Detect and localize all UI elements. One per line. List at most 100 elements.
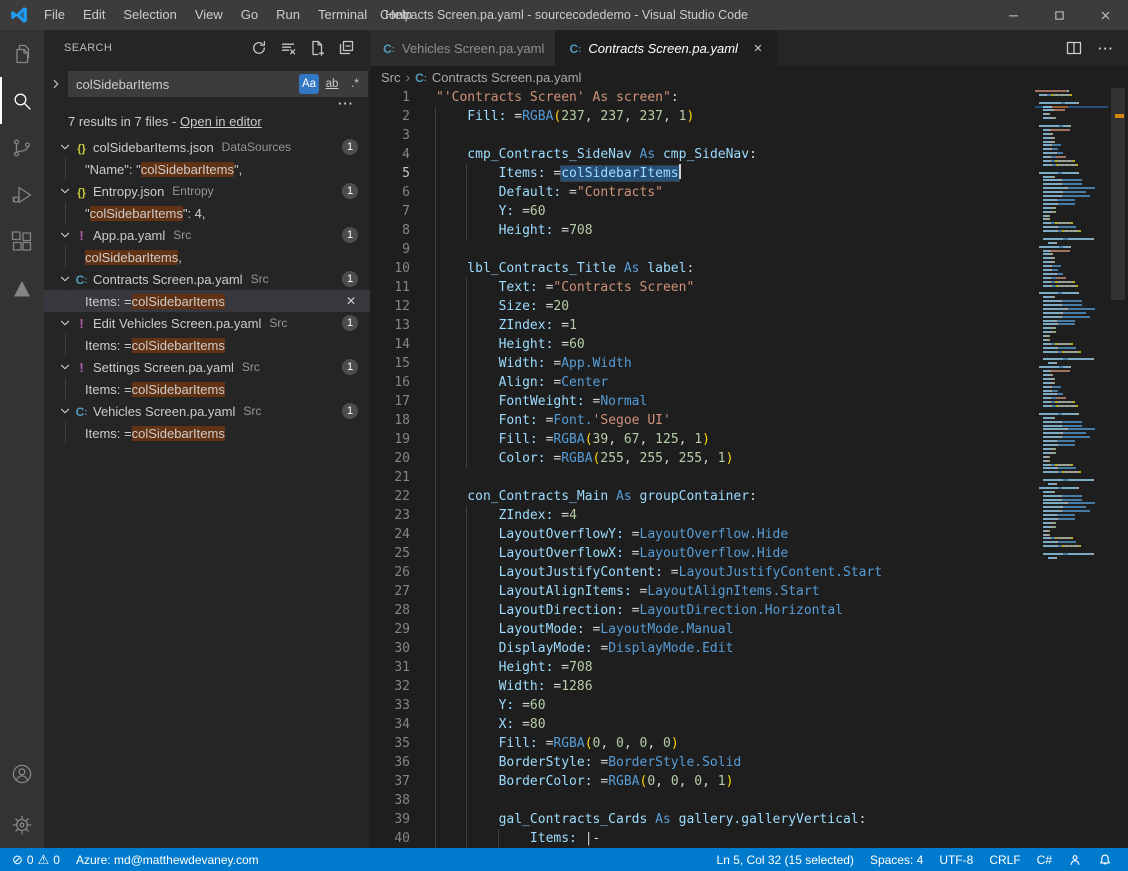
- status-indentation[interactable]: Spaces: 4: [862, 848, 931, 871]
- chevron-down-icon[interactable]: [57, 316, 73, 330]
- code-line[interactable]: 8Height: =708: [370, 221, 1128, 240]
- line-number[interactable]: 24: [370, 525, 410, 544]
- chevron-down-icon[interactable]: [57, 184, 73, 198]
- status-azure-account[interactable]: Azure: md@matthewdevaney.com: [68, 848, 267, 871]
- breadcrumb-folder[interactable]: Src: [381, 70, 401, 85]
- code-line[interactable]: 39gal_Contracts_Cards As gallery.gallery…: [370, 810, 1128, 829]
- line-number[interactable]: 32: [370, 677, 410, 696]
- minimize-button[interactable]: [990, 0, 1036, 30]
- line-number[interactable]: 8: [370, 221, 410, 240]
- code-line[interactable]: 12Size: =20: [370, 297, 1128, 316]
- code-line[interactable]: 5Items: =colSidebarItems: [370, 164, 1128, 183]
- code-line[interactable]: 28LayoutDirection: =LayoutDirection.Hori…: [370, 601, 1128, 620]
- toggle-search-details[interactable]: ···: [338, 96, 354, 111]
- line-number[interactable]: 4: [370, 145, 410, 164]
- code-line[interactable]: 13ZIndex: =1: [370, 316, 1128, 335]
- menu-item-selection[interactable]: Selection: [114, 0, 185, 30]
- line-number[interactable]: 3: [370, 126, 410, 145]
- use-regex-option[interactable]: .*: [345, 74, 365, 94]
- toggle-replace-chevron-icon[interactable]: [47, 71, 65, 97]
- line-number[interactable]: 5: [370, 164, 410, 183]
- match-whole-word-option[interactable]: ab: [322, 74, 342, 94]
- line-number[interactable]: 11: [370, 278, 410, 297]
- open-in-editor-link[interactable]: Open in editor: [180, 114, 262, 129]
- search-match-row[interactable]: Items: =colSidebarItems: [44, 378, 370, 400]
- activity-explorer-explorer-icon[interactable]: [0, 30, 44, 77]
- line-number[interactable]: 17: [370, 392, 410, 411]
- search-result-file-row[interactable]: !App.pa.yamlSrc1: [44, 224, 370, 246]
- code-line[interactable]: 2Fill: =RGBA(237, 237, 237, 1): [370, 107, 1128, 126]
- code-line[interactable]: 23ZIndex: =4: [370, 506, 1128, 525]
- breadcrumb-file[interactable]: Contracts Screen.pa.yaml: [432, 70, 582, 85]
- code-line[interactable]: 10lbl_Contracts_Title As label:: [370, 259, 1128, 278]
- code-line[interactable]: 17FontWeight: =Normal: [370, 392, 1128, 411]
- code-line[interactable]: 3: [370, 126, 1128, 145]
- code-line[interactable]: 30DisplayMode: =DisplayMode.Edit: [370, 639, 1128, 658]
- status-cursor-position[interactable]: Ln 5, Col 32 (15 selected): [709, 848, 862, 871]
- line-number[interactable]: 10: [370, 259, 410, 278]
- status-language-mode[interactable]: C#: [1029, 848, 1060, 871]
- code-line[interactable]: 27LayoutAlignItems: =LayoutAlignItems.St…: [370, 582, 1128, 601]
- menu-item-file[interactable]: File: [35, 0, 74, 30]
- code-line[interactable]: 14Height: =60: [370, 335, 1128, 354]
- code-line[interactable]: 32Width: =1286: [370, 677, 1128, 696]
- tab-contracts-screen-pa-yaml[interactable]: C:Contracts Screen.pa.yaml✕: [556, 30, 777, 66]
- collapse-all-collapse-all-icon[interactable]: [336, 38, 356, 58]
- close-tab-icon[interactable]: ✕: [750, 42, 766, 55]
- code-editor[interactable]: 1"'Contracts Screen' As screen":2Fill: =…: [370, 88, 1128, 848]
- split-editor-icon[interactable]: [1066, 40, 1082, 56]
- line-number[interactable]: 38: [370, 791, 410, 810]
- line-number[interactable]: 37: [370, 772, 410, 791]
- menu-item-view[interactable]: View: [186, 0, 232, 30]
- menu-item-go[interactable]: Go: [232, 0, 267, 30]
- close-button[interactable]: [1082, 0, 1128, 30]
- search-match-row[interactable]: colSidebarItems,: [44, 246, 370, 268]
- code-line[interactable]: 15Width: =App.Width: [370, 354, 1128, 373]
- tab-vehicles-screen-pa-yaml[interactable]: C:Vehicles Screen.pa.yaml: [370, 30, 556, 66]
- code-line[interactable]: 36BorderStyle: =BorderStyle.Solid: [370, 753, 1128, 772]
- line-number[interactable]: 40: [370, 829, 410, 848]
- search-match-row[interactable]: "colSidebarItems": 4,: [44, 202, 370, 224]
- status-notifications[interactable]: [1090, 848, 1120, 871]
- code-line[interactable]: 40Items: |-: [370, 829, 1128, 848]
- code-line[interactable]: 29LayoutMode: =LayoutMode.Manual: [370, 620, 1128, 639]
- search-result-file-row[interactable]: C:Contracts Screen.pa.yamlSrc1: [44, 268, 370, 290]
- line-number[interactable]: 16: [370, 373, 410, 392]
- code-line[interactable]: 21: [370, 468, 1128, 487]
- code-line[interactable]: 35Fill: =RGBA(0, 0, 0, 0): [370, 734, 1128, 753]
- code-line[interactable]: 34X: =80: [370, 715, 1128, 734]
- code-line[interactable]: 33Y: =60: [370, 696, 1128, 715]
- code-line[interactable]: 18Font: =Font.'Segoe UI': [370, 411, 1128, 430]
- chevron-down-icon[interactable]: [57, 140, 73, 154]
- code-line[interactable]: 24LayoutOverflowY: =LayoutOverflow.Hide: [370, 525, 1128, 544]
- line-number[interactable]: 39: [370, 810, 410, 829]
- line-number[interactable]: 2: [370, 107, 410, 126]
- status-eol[interactable]: CRLF: [981, 848, 1028, 871]
- code-line[interactable]: 11Text: ="Contracts Screen": [370, 278, 1128, 297]
- code-line[interactable]: 4cmp_Contracts_SideNav As cmp_SideNav:: [370, 145, 1128, 164]
- line-number[interactable]: 26: [370, 563, 410, 582]
- code-line[interactable]: 38: [370, 791, 1128, 810]
- line-number[interactable]: 34: [370, 715, 410, 734]
- line-number[interactable]: 35: [370, 734, 410, 753]
- search-match-row[interactable]: Items: =colSidebarItems: [44, 422, 370, 444]
- status-encoding[interactable]: UTF-8: [931, 848, 981, 871]
- code-line[interactable]: 6Default: ="Contracts": [370, 183, 1128, 202]
- line-number[interactable]: 7: [370, 202, 410, 221]
- search-result-file-row[interactable]: C:Vehicles Screen.pa.yamlSrc1: [44, 400, 370, 422]
- chevron-down-icon[interactable]: [57, 228, 73, 242]
- editor-more-actions[interactable]: ···: [1098, 41, 1114, 56]
- activity-manage-settings-gear-icon[interactable]: [0, 801, 44, 848]
- line-number[interactable]: 13: [370, 316, 410, 335]
- search-match-row[interactable]: Items: =colSidebarItems✕: [44, 290, 370, 312]
- line-number[interactable]: 33: [370, 696, 410, 715]
- line-number[interactable]: 29: [370, 620, 410, 639]
- line-number[interactable]: 18: [370, 411, 410, 430]
- search-result-file-row[interactable]: {}Entropy.jsonEntropy1: [44, 180, 370, 202]
- code-line[interactable]: 22con_Contracts_Main As groupContainer:: [370, 487, 1128, 506]
- status-feedback[interactable]: [1060, 848, 1090, 871]
- search-result-file-row[interactable]: {}colSidebarItems.jsonDataSources1: [44, 136, 370, 158]
- code-line[interactable]: 25LayoutOverflowX: =LayoutOverflow.Hide: [370, 544, 1128, 563]
- line-number[interactable]: 23: [370, 506, 410, 525]
- activity-extensions-extensions-icon[interactable]: [0, 218, 44, 265]
